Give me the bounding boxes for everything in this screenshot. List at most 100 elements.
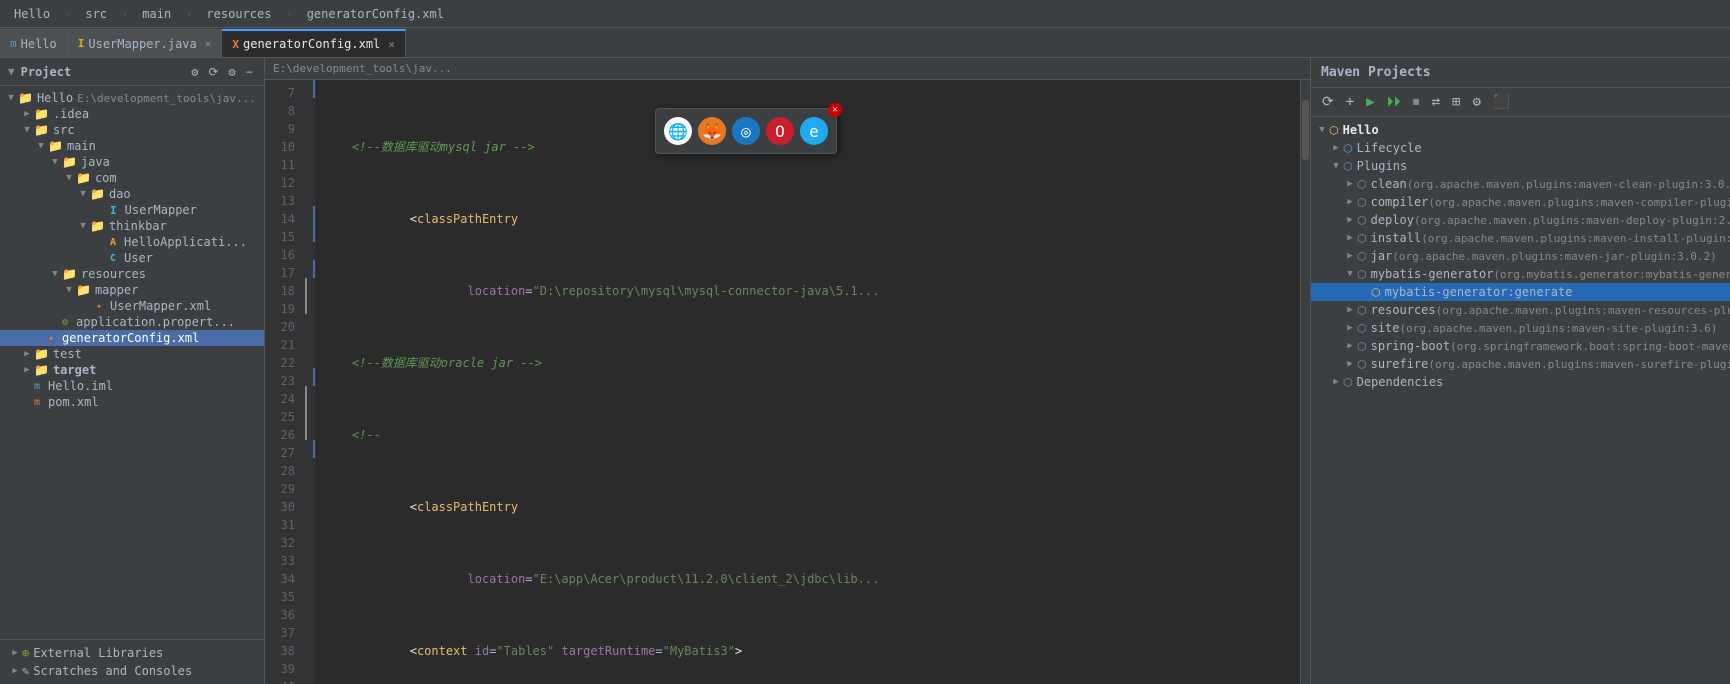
maven-label-resources-plugin: resources (1371, 303, 1436, 317)
maven-item-mybatis-generate[interactable]: ⬡ mybatis-generator:generate (1311, 283, 1730, 301)
maven-item-compiler[interactable]: ▶ ⬡ compiler (org.apache.maven.plugins:m… (1311, 193, 1730, 211)
topbar-main[interactable]: main (136, 5, 177, 23)
scratches-consoles-item[interactable]: ▶ ✎ Scratches and Consoles (8, 662, 256, 680)
maven-detail-mybatis-generator: (org.mybatis.generator:mybatis-generator… (1493, 268, 1730, 281)
maven-label-surefire: surefire (1371, 357, 1429, 371)
code-line-11: <!-- (323, 426, 1292, 444)
tree-item-usermapper-xml[interactable]: ✦ UserMapper.xml (0, 298, 264, 314)
maven-item-dependencies[interactable]: ▶ ⬡ Dependencies (1311, 373, 1730, 391)
browser-firefox-icon[interactable]: 🦊 (698, 117, 726, 145)
maven-btn-stop[interactable]: ⏹ (1410, 92, 1423, 112)
maven-btn-run[interactable]: ▶ (1363, 92, 1377, 112)
tree-item-hello-iml[interactable]: m Hello.iml (0, 378, 264, 394)
tree-item-resources[interactable]: ▼ 📁 resources (0, 266, 264, 282)
tree-item-root[interactable]: ▼ 📁 Hello E:\development_tools\jav... (0, 90, 264, 106)
tree-item-generatorconfig[interactable]: ✦ generatorConfig.xml (0, 330, 264, 346)
code-content-13: location="E:\app\Acer\product\11.2.0\cli… (323, 552, 879, 606)
maven-item-jar[interactable]: ▶ ⬡ jar (org.apache.maven.plugins:maven-… (1311, 247, 1730, 265)
sidebar-btn-minus[interactable]: − (243, 64, 256, 80)
maven-item-clean[interactable]: ▶ ⬡ clean (org.apache.maven.plugins:mave… (1311, 175, 1730, 193)
browser-chrome-icon[interactable]: 🌐 (664, 117, 692, 145)
browser-opera-icon[interactable]: O (766, 117, 794, 145)
browser-ie-icon[interactable]: e (800, 117, 828, 145)
tree-item-target[interactable]: ▶ 📁 target (0, 362, 264, 378)
tab-label-hello: Hello (21, 37, 57, 51)
sidebar-btn-gear[interactable]: ⚙ (226, 64, 239, 80)
maven-item-surefire[interactable]: ▶ ⬡ surefire (org.apache.maven.plugins:m… (1311, 355, 1730, 373)
maven-arrow-site: ▶ (1343, 323, 1357, 333)
tree-item-helloapplication[interactable]: A HelloApplicati... (0, 234, 264, 250)
sidebar-btn-sync[interactable]: ⟳ (205, 64, 221, 80)
tree-item-pom-xml[interactable]: m pom.xml (0, 394, 264, 410)
maven-item-plugins[interactable]: ▼ ⬡ Plugins (1311, 157, 1730, 175)
tree-item-dao[interactable]: ▼ 📁 dao (0, 186, 264, 202)
tab-close-usermapper[interactable]: ✕ (205, 37, 212, 50)
external-libraries-item[interactable]: ▶ ⊕ External Libraries (8, 644, 256, 662)
code-content-7: <!--数据库驱动mysql jar --> (323, 138, 535, 156)
maven-icon-spring-boot: ⬡ (1357, 340, 1367, 353)
tree-item-main[interactable]: ▼ 📁 main (0, 138, 264, 154)
popup-close-button[interactable]: ✕ (828, 103, 842, 117)
tree-item-com[interactable]: ▼ 📁 com (0, 170, 264, 186)
browser-safari-icon[interactable]: ◎ (732, 117, 760, 145)
tree-item-src[interactable]: ▼ 📁 src (0, 122, 264, 138)
folder-icon-src: 📁 (34, 123, 49, 137)
maven-item-mybatis-generator[interactable]: ▼ ⬡ mybatis-generator (org.mybatis.gener… (1311, 265, 1730, 283)
code-content-12: <classPathEntry (323, 480, 518, 534)
maven-btn-terminal[interactable]: ⬛ (1490, 92, 1513, 112)
tree-item-java[interactable]: ▼ 📁 java (0, 154, 264, 170)
topbar-hello[interactable]: Hello (8, 5, 56, 23)
external-libraries-icon: ⊕ (22, 646, 29, 660)
maven-btn-toggle[interactable]: ⇄ (1429, 92, 1443, 112)
maven-btn-refresh[interactable]: ⟳ (1319, 92, 1337, 112)
main-layout: ▼ Project ⚙ ⟳ ⚙ − ▼ 📁 Hello E:\developme… (0, 58, 1730, 684)
folder-icon-idea: 📁 (34, 107, 49, 121)
class-icon-user: C (110, 253, 116, 264)
maven-item-resources[interactable]: ▶ ⬡ resources (org.apache.maven.plugins:… (1311, 301, 1730, 319)
maven-btn-settings[interactable]: ⚙ (1469, 92, 1483, 112)
xml-icon-pom: m (34, 397, 40, 408)
tree-label-target: target (53, 363, 96, 377)
xml-icon-generatorconfig: ✦ (48, 333, 54, 344)
tree-label-com: com (95, 171, 117, 185)
maven-btn-add[interactable]: + (1343, 92, 1357, 112)
maven-icon-jar: ⬡ (1357, 250, 1367, 263)
maven-item-deploy[interactable]: ▶ ⬡ deploy (org.apache.maven.plugins:mav… (1311, 211, 1730, 229)
sidebar-toolbar: ⚙ ⟳ ⚙ − (188, 64, 256, 80)
tab-usermapper[interactable]: I UserMapper.java ✕ (68, 29, 223, 57)
maven-item-install[interactable]: ▶ ⬡ install (org.apache.maven.plugins:ma… (1311, 229, 1730, 247)
tree-item-thinkbar[interactable]: ▼ 📁 thinkbar (0, 218, 264, 234)
code-editor[interactable]: <!--数据库驱动mysql jar --> <classPathEntry l… (315, 80, 1300, 684)
tree-item-user[interactable]: C User (0, 250, 264, 266)
topbar-file[interactable]: generatorConfig.xml (301, 5, 450, 23)
maven-item-hello[interactable]: ▼ ⬡ Hello (1311, 121, 1730, 139)
maven-btn-debug[interactable]: ⏵⏵ (1384, 92, 1404, 112)
maven-btn-tree[interactable]: ⊞ (1449, 92, 1463, 112)
maven-tree: ▼ ⬡ Hello ▶ ⬡ Lifecycle ▼ ⬡ Plugins (1311, 117, 1730, 684)
editor-scrollbar[interactable] (1300, 80, 1310, 684)
tree-item-application-props[interactable]: ⚙ application.propert... (0, 314, 264, 330)
tree-arrow-main: ▼ (34, 141, 48, 151)
tab-generatorconfig[interactable]: X generatorConfig.xml ✕ (222, 29, 406, 57)
maven-arrow-dependencies: ▶ (1329, 377, 1343, 387)
tree-item-test[interactable]: ▶ 📁 test (0, 346, 264, 362)
topbar-resources[interactable]: resources (200, 5, 277, 23)
xml-icon-usermapper: ✦ (96, 301, 102, 312)
sidebar-btn-settings[interactable]: ⚙ (188, 64, 201, 80)
tree-item-usermapper[interactable]: I UserMapper (0, 202, 264, 218)
tree-arrow-scratches: ▶ (8, 666, 22, 676)
folder-icon-java: 📁 (62, 155, 77, 169)
tree-arrow-mapper: ▼ (62, 285, 76, 295)
maven-item-lifecycle[interactable]: ▶ ⬡ Lifecycle (1311, 139, 1730, 157)
maven-item-site[interactable]: ▶ ⬡ site (org.apache.maven.plugins:maven… (1311, 319, 1730, 337)
maven-item-spring-boot[interactable]: ▶ ⬡ spring-boot (org.springframework.boo… (1311, 337, 1730, 355)
tree-item-idea[interactable]: ▶ 📁 .idea (0, 106, 264, 122)
tree-label-thinkbar: thinkbar (109, 219, 167, 233)
tab-hello[interactable]: m Hello (0, 29, 68, 57)
tree-arrow-root: ▼ (4, 93, 18, 103)
tab-close-generatorconfig[interactable]: ✕ (388, 38, 395, 51)
code-line-10: <!--数据库驱动oracle jar --> (323, 354, 1292, 372)
topbar-src[interactable]: src (79, 5, 113, 23)
maven-arrow-clean: ▶ (1343, 179, 1357, 189)
tree-item-mapper[interactable]: ▼ 📁 mapper (0, 282, 264, 298)
